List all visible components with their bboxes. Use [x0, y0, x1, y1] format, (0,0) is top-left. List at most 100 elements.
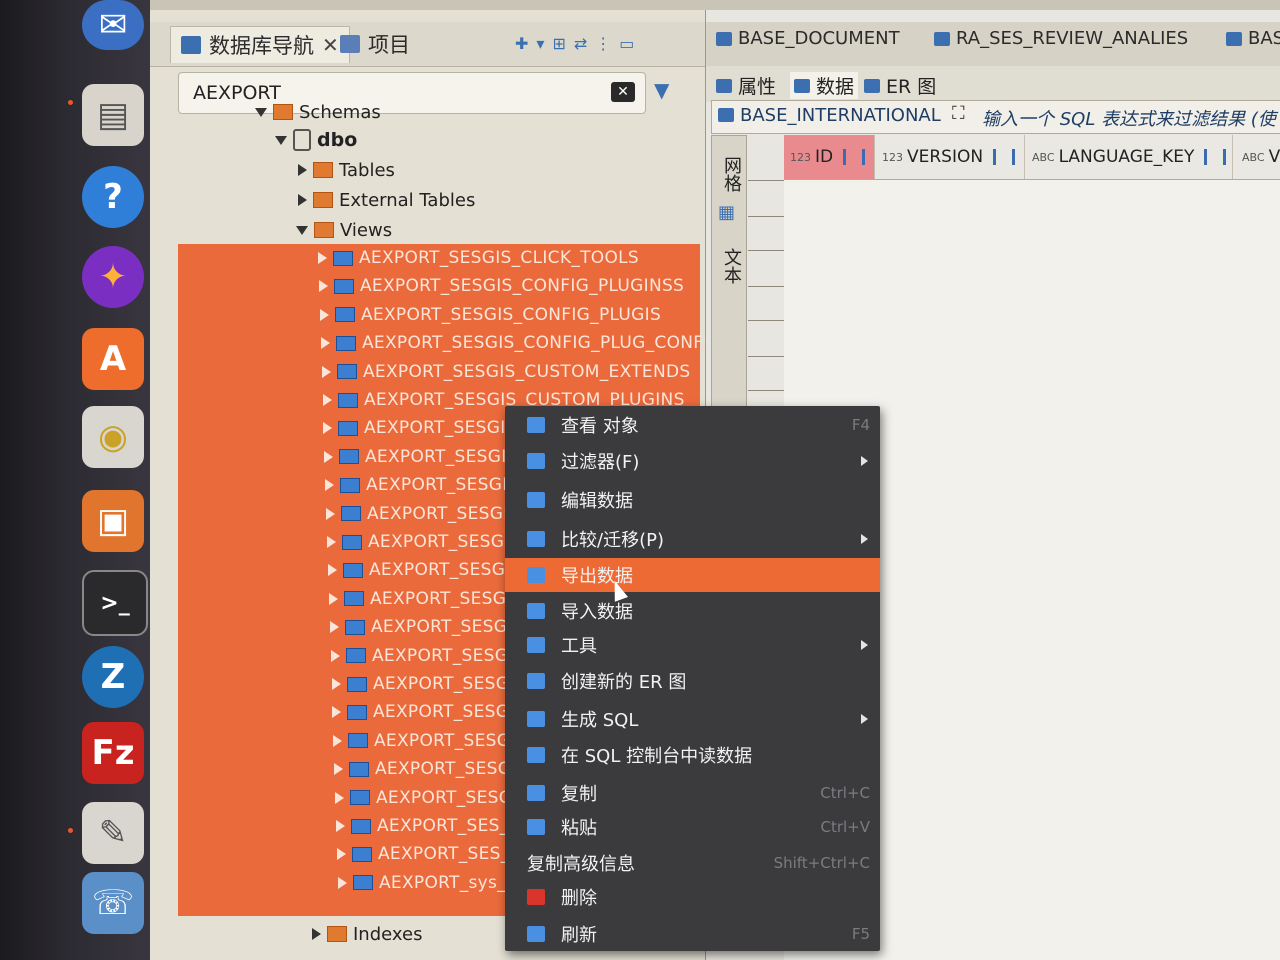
sort-icon[interactable] [843, 149, 866, 165]
expand-arrow-icon[interactable] [312, 928, 321, 940]
expand-arrow-icon[interactable] [298, 164, 307, 176]
grid-icon[interactable]: ▦ [718, 202, 735, 223]
expand-arrow-icon[interactable] [328, 564, 337, 577]
text-view-toggle[interactable]: 文本 [718, 248, 744, 284]
sort-icon[interactable] [1204, 149, 1227, 165]
tree-node-view[interactable]: AEXPORT_SESGIS [324, 443, 518, 471]
sort-icon[interactable] [993, 149, 1016, 165]
expand-arrow-icon[interactable] [327, 536, 336, 548]
subtab-er-diagram[interactable]: ER 图 [864, 72, 936, 99]
tree-node-view[interactable]: AEXPORT_SESGIS [326, 500, 520, 528]
tree-node-dbo[interactable]: dbo [275, 126, 357, 154]
tree-node-external-tables[interactable]: External Tables [298, 186, 475, 214]
tree-node-view[interactable]: AEXPORT_SESGIS [331, 642, 525, 670]
expand-arrow-icon[interactable] [329, 592, 338, 605]
grid-view-toggle[interactable]: 网格 [718, 156, 744, 192]
tree-node-view[interactable]: AEXPORT_SESGIS_CUSTOM_EXTENDS [322, 358, 690, 386]
expand-arrow-icon[interactable] [326, 507, 335, 520]
tree-node-view[interactable]: AEXPORT_SES_M [337, 840, 525, 868]
editor-tab-base-document[interactable]: BASE_DOCUMENT [716, 28, 900, 49]
expand-arrow-icon[interactable] [336, 820, 345, 832]
expand-arrow-icon[interactable] [332, 678, 341, 690]
expand-arrow-icon[interactable] [296, 225, 308, 235]
expand-arrow-icon[interactable] [334, 763, 343, 776]
app-icon[interactable]: Z [82, 646, 144, 708]
tab-project[interactable]: 项目 [330, 26, 420, 62]
speaker-icon[interactable]: ◉ [82, 406, 144, 468]
expand-arrow-icon[interactable] [323, 422, 332, 435]
menu-item[interactable]: 粘贴 Ctrl+V [505, 810, 880, 844]
menu-item[interactable]: 刷新 F5 [505, 917, 880, 951]
expand-arrow-icon[interactable] [335, 791, 344, 804]
expand-arrow-icon[interactable] [321, 337, 330, 350]
tree-node-view[interactable]: AEXPORT_SESGIS [323, 414, 517, 442]
filter-input[interactable] [191, 81, 595, 105]
tree-node-view[interactable]: AEXPORT_SESGIS_CONFIG_PLUG_CONFS [321, 329, 714, 357]
tree-node-view[interactable]: AEXPORT_SESGIS [329, 585, 523, 613]
expand-arrow-icon[interactable] [330, 621, 339, 634]
menu-item[interactable]: 查看 对象 F4 [505, 408, 880, 442]
menu-item[interactable]: 生成 SQL [505, 702, 880, 736]
tree-node-view[interactable]: AEXPORT_SESGIS_CONFIG_PLUGINSS [319, 272, 684, 300]
subtab-properties[interactable]: 属性 [716, 72, 776, 99]
menu-item[interactable]: 导出数据 [505, 558, 880, 592]
file-cabinet-icon[interactable]: ▤ [82, 84, 144, 146]
tab-database-navigator[interactable]: 数据库导航 ✕ [170, 26, 350, 63]
column-header-id[interactable]: 123 ID [784, 135, 875, 179]
tree-node-view[interactable]: AEXPORT_SESGIS_CONFIG_PLUGIS [320, 301, 661, 329]
expand-arrow-icon[interactable] [333, 734, 342, 747]
expand-arrow-icon[interactable] [325, 479, 334, 492]
expand-arrow-icon[interactable] [275, 135, 287, 145]
tree-node-tables[interactable]: Tables [298, 156, 395, 184]
expand-arrow-icon[interactable] [319, 280, 328, 293]
menu-item[interactable]: 创建新的 ER 图 [505, 664, 880, 698]
tree-node-view[interactable]: AEXPORT_SESGIS [332, 670, 526, 698]
file-manager-icon[interactable]: ▣ [82, 490, 144, 552]
browser-icon[interactable]: ✦ [82, 246, 144, 308]
column-header-version[interactable]: 123 VERSION [876, 135, 1025, 179]
mail-icon[interactable]: ✉ [82, 0, 144, 50]
expand-arrow-icon[interactable] [337, 848, 346, 861]
menu-item[interactable]: 工具 [505, 628, 880, 662]
sql-filter-input[interactable]: 输入一个 SQL 表达式来过滤结果 (使 [982, 105, 1276, 131]
app-store-icon[interactable]: A [82, 328, 144, 390]
text-editor-icon[interactable]: ✎ [82, 802, 144, 864]
tree-node-view[interactable]: AEXPORT_SESGIS [328, 556, 522, 584]
menu-item[interactable]: 编辑数据 [505, 483, 880, 517]
tree-node-view[interactable]: AEXPORT_SESGIS [332, 698, 526, 726]
clear-filter-icon[interactable]: ✕ [611, 82, 635, 102]
menu-item[interactable]: 删除 [505, 880, 880, 914]
expand-arrow-icon[interactable] [298, 194, 307, 206]
menu-item[interactable]: 复制高级信息 Shift+Ctrl+C [505, 846, 880, 880]
expand-arrow-icon[interactable] [338, 876, 347, 889]
tree-node-view[interactable]: AEXPORT_SESGIS [335, 784, 529, 812]
tree-node-view[interactable]: AEXPORT_SES_B [336, 812, 521, 840]
phone-app-icon[interactable]: ☏ [82, 872, 144, 934]
tree-node-view[interactable]: AEXPORT_SESGIS [333, 727, 527, 755]
column-header-language-key[interactable]: ABC LANGUAGE_KEY [1026, 135, 1233, 179]
expand-arrow-icon[interactable] [318, 252, 327, 264]
tree-node-view[interactable]: AEXPORT_SESGIS_CLICK_TOOLS [318, 244, 639, 272]
tree-node-view[interactable]: AEXPORT_SESGIS [327, 528, 521, 556]
expand-arrow-icon[interactable] [322, 365, 331, 378]
editor-tab-bas[interactable]: BAS [1226, 28, 1280, 49]
tree-node-views[interactable]: Views [296, 216, 392, 244]
help-icon[interactable]: ? [82, 166, 144, 228]
tree-node-view[interactable]: AEXPORT_SESGIS [325, 471, 519, 499]
column-header-v[interactable]: ABC V [1236, 135, 1280, 179]
expand-arrow-icon[interactable] [331, 649, 340, 662]
tree-node-view[interactable]: AEXPORT_SESGIS [334, 755, 528, 783]
terminal-icon[interactable]: >_ [82, 570, 148, 636]
tree-node-view[interactable]: AEXPORT_SESGIS [330, 613, 524, 641]
tree-node-view[interactable]: AEXPORT_sys_co [338, 869, 526, 897]
expand-arrow-icon[interactable] [332, 706, 341, 719]
editor-tab-review-analies[interactable]: RA_SES_REVIEW_ANALIES [934, 28, 1188, 49]
filter-funnel-icon[interactable]: ▼ [654, 78, 669, 102]
tree-node-schemas[interactable]: Schemas [255, 98, 381, 126]
expand-arrow-icon[interactable] [324, 450, 333, 463]
menu-item[interactable]: 在 SQL 控制台中读数据 [505, 738, 880, 772]
subtab-data[interactable]: 数据 [790, 72, 859, 99]
expand-arrow-icon[interactable] [255, 107, 267, 117]
expand-arrow-icon[interactable] [320, 308, 329, 321]
filezilla-icon[interactable]: Fz [82, 722, 144, 784]
